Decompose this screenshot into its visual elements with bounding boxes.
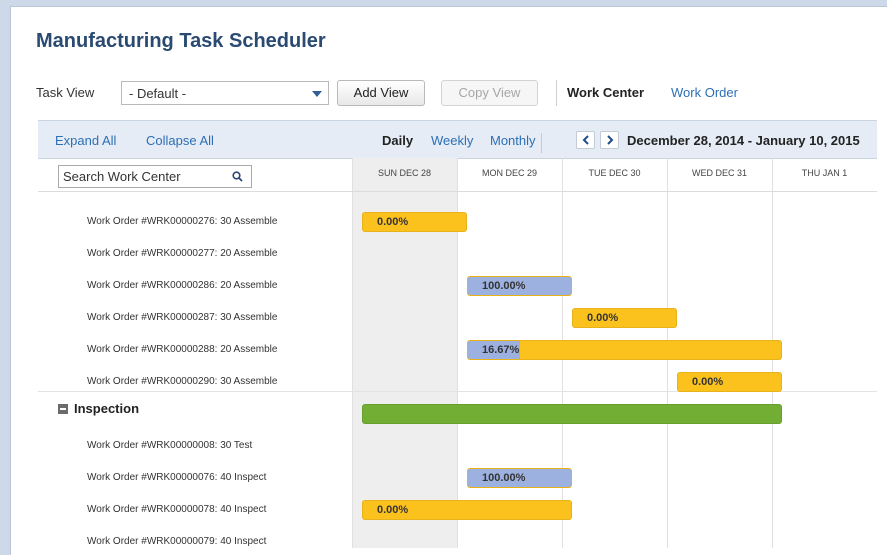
expand-all-link[interactable]: Expand All	[55, 133, 116, 148]
task-bar[interactable]: 100.00%	[467, 468, 572, 488]
task-progress-label: 0.00%	[587, 312, 619, 324]
toolbar-divider	[556, 80, 557, 106]
task-progress-label: 16.67%	[482, 344, 520, 356]
column-header-day: TUE DEC 30	[588, 168, 641, 178]
group-label: Inspection	[74, 401, 140, 416]
header-bottom-border	[38, 191, 877, 192]
task-view-label: Task View	[36, 85, 95, 100]
column-header-day: MON DEC 29	[481, 168, 537, 178]
task-bar[interactable]: 0.00%	[677, 372, 782, 392]
previous-period-button[interactable]	[576, 131, 595, 149]
work-order-row-label: Work Order #WRK00000286: 20 Assemble	[87, 280, 278, 291]
add-view-button[interactable]: Add View	[337, 80, 425, 106]
work-order-row-label: Work Order #WRK00000288: 20 Assemble	[87, 344, 278, 355]
work-order-row-label: Work Order #WRK00000277: 20 Assemble	[87, 248, 278, 259]
work-order-tab[interactable]: Work Order	[671, 85, 738, 100]
work-center-tab[interactable]: Work Center	[567, 85, 644, 100]
page-title: Manufacturing Task Scheduler	[36, 30, 326, 52]
chevron-right-icon	[607, 135, 614, 145]
date-range-label: December 28, 2014 - January 10, 2015	[627, 133, 860, 148]
task-view-select[interactable]: - Default -	[121, 81, 329, 105]
work-order-row-label: Work Order #WRK00000287: 30 Assemble	[87, 312, 278, 323]
task-progress-label: 100.00%	[482, 472, 526, 484]
task-progress-label: 0.00%	[692, 376, 724, 388]
task-progress-label: 100.00%	[482, 280, 526, 292]
task-bar[interactable]: 100.00%	[467, 276, 572, 296]
daily-view-button[interactable]: Daily	[382, 133, 413, 148]
monthly-view-button[interactable]: Monthly	[490, 133, 536, 148]
work-order-row-label: Work Order #WRK00000290: 30 Assemble	[87, 376, 278, 387]
work-order-row-label: Work Order #WRK00000008: 30 Test	[87, 440, 253, 451]
search-work-center-input[interactable]: Search Work Center	[58, 165, 252, 188]
work-order-row-label: Work Order #WRK00000276: 30 Assemble	[87, 216, 278, 227]
task-progress-label: 0.00%	[377, 504, 409, 516]
task-bar[interactable]: 0.00%	[362, 212, 467, 232]
column-header-day: WED DEC 31	[691, 168, 747, 178]
work-order-row-label: Work Order #WRK00000078: 40 Inspect	[87, 504, 267, 515]
collapse-icon[interactable]	[58, 404, 68, 414]
copy-view-button[interactable]: Copy View	[441, 80, 538, 106]
task-bar[interactable]: 16.67%	[467, 340, 782, 360]
header-divider	[541, 133, 542, 153]
work-order-row-label: Work Order #WRK00000079: 40 Inspect	[87, 536, 267, 547]
weekly-view-button[interactable]: Weekly	[431, 133, 473, 148]
chevron-down-icon	[312, 91, 322, 97]
grid-column-line	[352, 158, 353, 548]
group-summary-bar[interactable]	[362, 404, 782, 424]
work-order-row-label: Work Order #WRK00000076: 40 Inspect	[87, 472, 267, 483]
column-header-day: SUN DEC 28	[377, 168, 431, 178]
task-bar[interactable]: 0.00%	[362, 500, 572, 520]
search-icon	[232, 171, 243, 182]
collapse-all-link[interactable]: Collapse All	[146, 133, 214, 148]
search-placeholder: Search Work Center	[63, 169, 181, 184]
task-progress-label: 0.00%	[377, 216, 409, 228]
task-bar[interactable]: 0.00%	[572, 308, 677, 328]
date-column-header: SUN DEC 28 MON DEC 29 TUE DEC 30 WED DEC 31…	[352, 158, 877, 192]
column-header-day: THU JAN 1	[801, 168, 848, 178]
task-view-selected-value: - Default -	[129, 86, 187, 101]
next-period-button[interactable]	[600, 131, 619, 149]
chevron-left-icon	[582, 135, 589, 145]
